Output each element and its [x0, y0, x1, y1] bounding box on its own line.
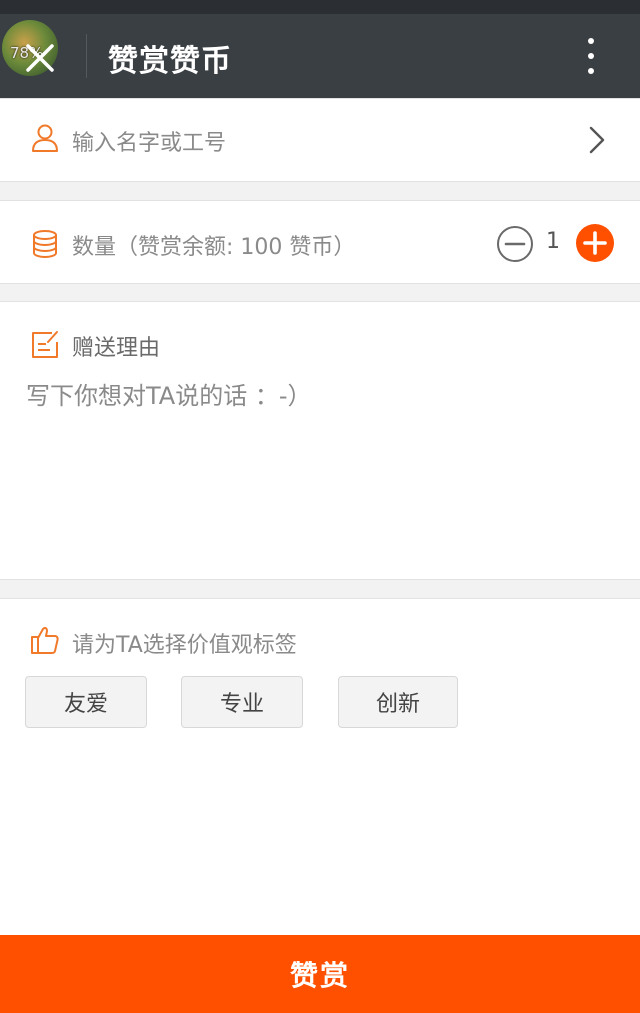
chevron-right-icon: [589, 126, 605, 154]
submit-reward-button[interactable]: 赞赏: [0, 935, 640, 1013]
plus-circle-icon[interactable]: [575, 223, 615, 263]
quantity-label: 数量（赞赏余额: 100 赞币）: [72, 235, 356, 260]
person-icon: [32, 124, 58, 152]
quantity-row: 数量（赞赏余额: 100 赞币） 1: [0, 200, 640, 284]
status-bar: [0, 0, 640, 14]
tags-label: 请为TA选择价值观标签: [72, 633, 297, 658]
header-bar: 78% 赞赏赞币: [0, 14, 640, 98]
quantity-value: 1: [546, 229, 560, 254]
recipient-row[interactable]: 输入名字或工号: [0, 98, 640, 182]
tag-button-innovation[interactable]: 创新: [338, 676, 458, 728]
thumbs-up-icon: [31, 626, 59, 654]
minus-circle-icon[interactable]: [496, 225, 534, 263]
tag-button-friendly[interactable]: 友爱: [25, 676, 147, 728]
header-divider: [86, 34, 87, 78]
close-button[interactable]: [22, 40, 58, 76]
tag-button-professional[interactable]: 专业: [181, 676, 303, 728]
more-options-button[interactable]: [574, 34, 608, 78]
more-vertical-icon: [588, 38, 594, 44]
page-title: 赞赏赞币: [108, 44, 232, 79]
close-icon: [26, 44, 54, 72]
reason-section: 赠送理由: [0, 301, 640, 580]
reason-label: 赠送理由: [72, 336, 161, 361]
recipient-input[interactable]: 输入名字或工号: [72, 125, 226, 157]
reason-textarea[interactable]: [26, 376, 616, 566]
coins-stack-icon: [33, 230, 57, 259]
edit-note-icon: [32, 331, 58, 358]
tags-section: 请为TA选择价值观标签 友爱 专业 创新: [0, 598, 640, 935]
